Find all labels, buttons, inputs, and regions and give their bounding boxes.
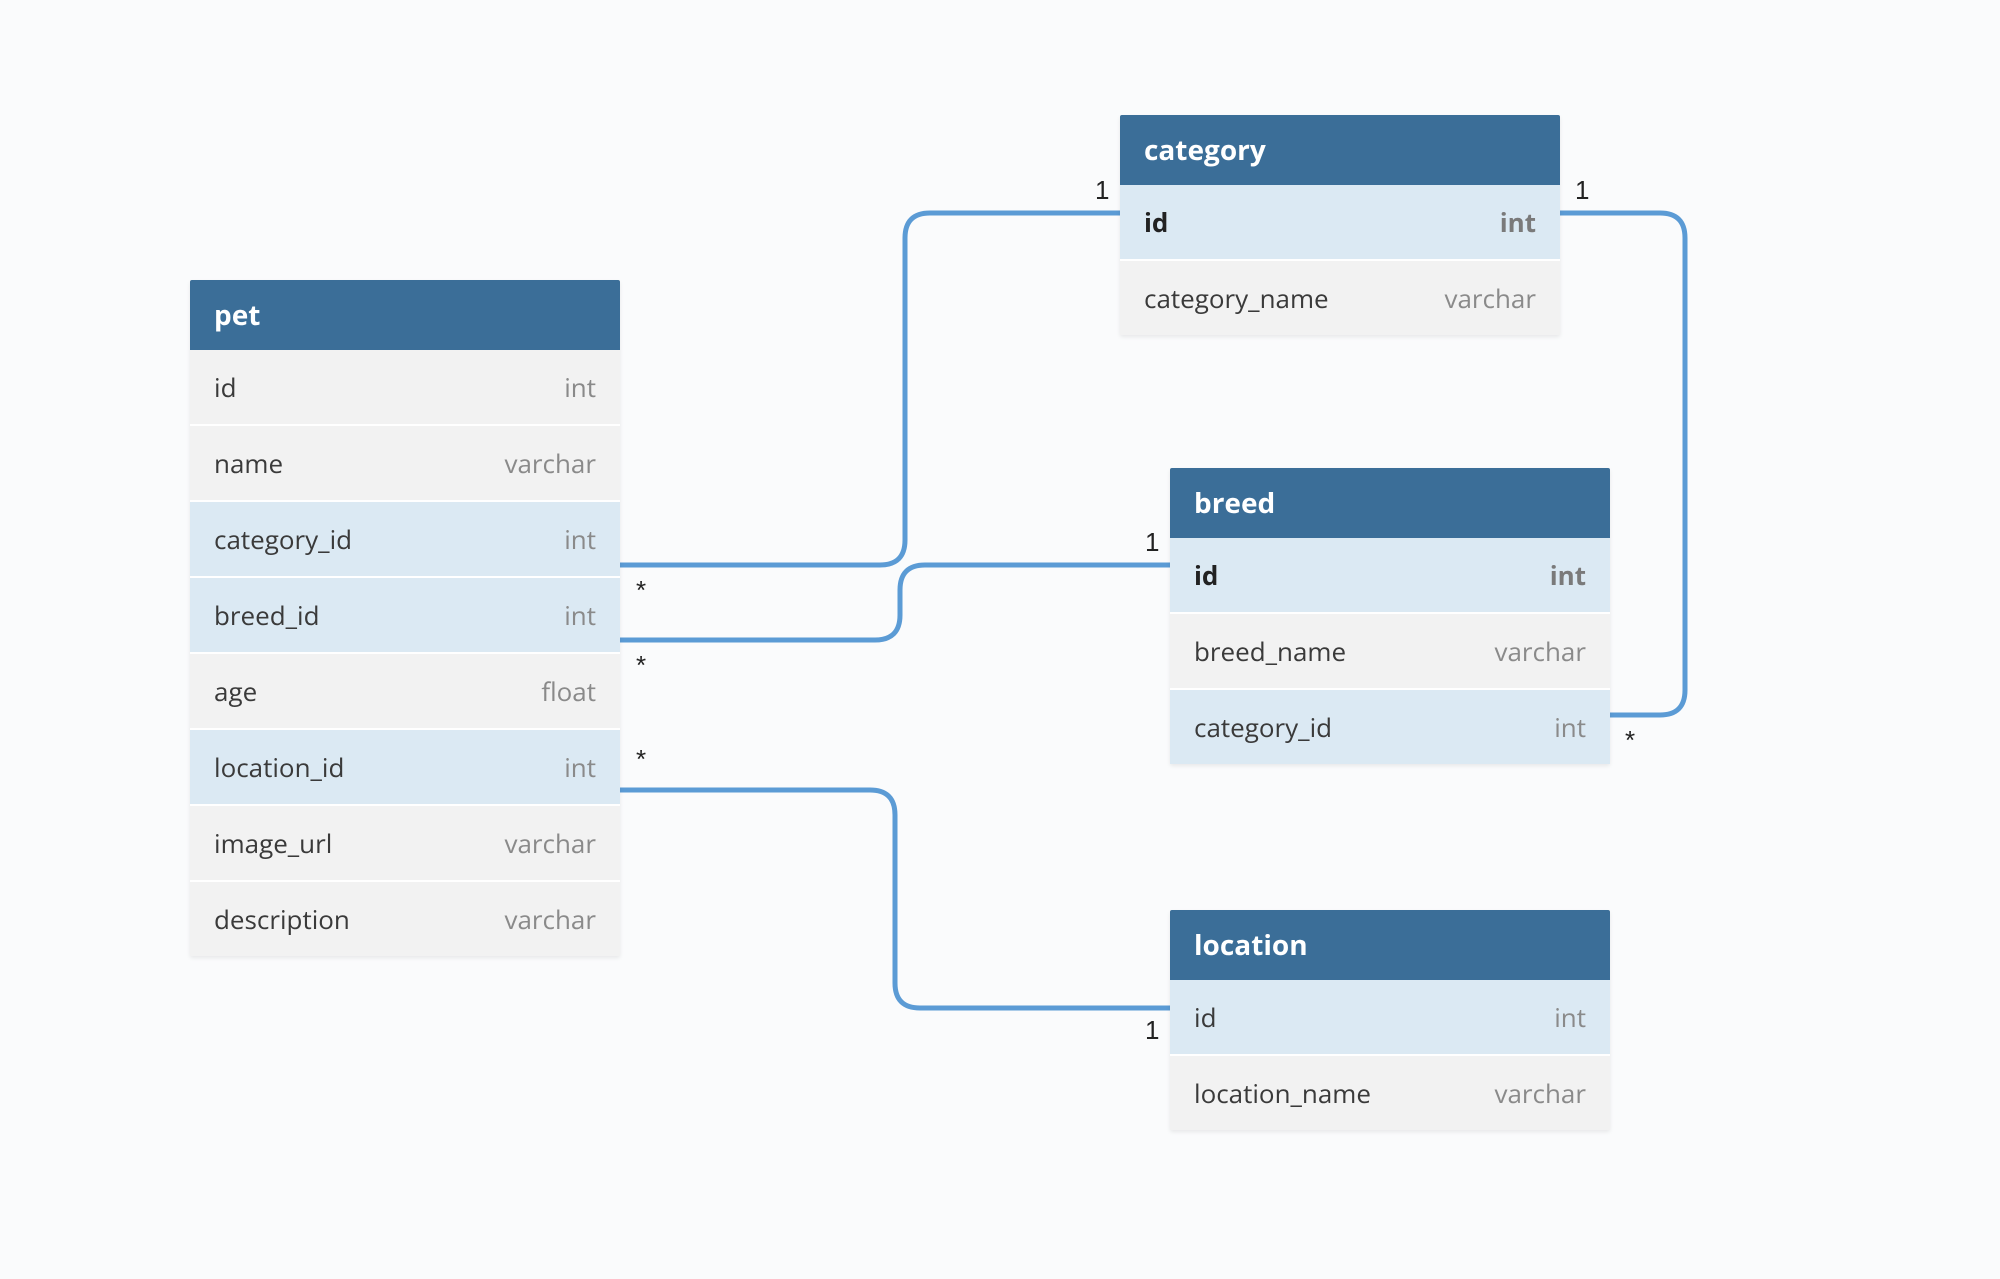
- column-name: breed_name: [1194, 633, 1346, 669]
- cardinality-category-one-right: 1: [1575, 175, 1589, 206]
- column-name: category_id: [1194, 709, 1332, 745]
- column-type: varchar: [504, 901, 596, 937]
- entity-pet-row-breed-id[interactable]: breed_id int: [190, 578, 620, 654]
- entity-pet-row-id[interactable]: id int: [190, 350, 620, 426]
- cardinality-breed-one: 1: [1145, 527, 1159, 558]
- entity-location-row-name[interactable]: location_name varchar: [1170, 1056, 1610, 1130]
- entity-pet-row-description[interactable]: description varchar: [190, 882, 620, 956]
- cardinality-category-one-left: 1: [1095, 175, 1109, 206]
- entity-pet-row-name[interactable]: name varchar: [190, 426, 620, 502]
- column-name: category_name: [1144, 280, 1329, 316]
- entity-pet-row-age[interactable]: age float: [190, 654, 620, 730]
- column-type: int: [564, 597, 596, 633]
- entity-pet-row-image-url[interactable]: image_url varchar: [190, 806, 620, 882]
- column-type: varchar: [1494, 1075, 1586, 1111]
- column-type: int: [1550, 557, 1586, 593]
- column-name: location_name: [1194, 1075, 1371, 1111]
- column-name: id: [1194, 999, 1216, 1035]
- entity-category[interactable]: category id int category_name varchar: [1120, 115, 1560, 335]
- column-type: varchar: [1494, 633, 1586, 669]
- column-type: int: [564, 749, 596, 785]
- cardinality-location-one: 1: [1145, 1015, 1159, 1046]
- cardinality-pet-category-many: *: [636, 575, 646, 606]
- entity-category-header: category: [1120, 115, 1560, 185]
- column-type: int: [1554, 709, 1586, 745]
- column-name: name: [214, 445, 283, 481]
- entity-breed-row-name[interactable]: breed_name varchar: [1170, 614, 1610, 690]
- column-type: varchar: [504, 445, 596, 481]
- column-name: location_id: [214, 749, 344, 785]
- entity-pet-row-location-id[interactable]: location_id int: [190, 730, 620, 806]
- connector-pet-location: [620, 790, 1170, 1008]
- entity-pet-header: pet: [190, 280, 620, 350]
- cardinality-breed-category-many: *: [1625, 725, 1635, 756]
- cardinality-pet-location-many: *: [636, 744, 646, 775]
- entity-category-row-name[interactable]: category_name varchar: [1120, 261, 1560, 335]
- column-type: int: [564, 521, 596, 557]
- column-name: age: [214, 673, 257, 709]
- entity-pet[interactable]: pet id int name varchar category_id int …: [190, 280, 620, 956]
- column-type: varchar: [1444, 280, 1536, 316]
- column-name: id: [1194, 557, 1218, 593]
- erd-canvas: pet id int name varchar category_id int …: [0, 0, 2000, 1279]
- column-type: float: [541, 673, 596, 709]
- cardinality-pet-breed-many: *: [636, 650, 646, 681]
- connector-pet-breed: [620, 565, 1170, 640]
- column-name: id: [214, 369, 236, 405]
- column-type: int: [1500, 204, 1536, 240]
- column-type: int: [1554, 999, 1586, 1035]
- column-name: id: [1144, 204, 1168, 240]
- entity-breed-row-category-id[interactable]: category_id int: [1170, 690, 1610, 764]
- entity-breed-row-id[interactable]: id int: [1170, 538, 1610, 614]
- entity-location-header: location: [1170, 910, 1610, 980]
- entity-pet-row-category-id[interactable]: category_id int: [190, 502, 620, 578]
- column-name: description: [214, 901, 350, 937]
- entity-breed-header: breed: [1170, 468, 1610, 538]
- column-name: image_url: [214, 825, 332, 861]
- column-name: breed_id: [214, 597, 320, 633]
- entity-location-row-id[interactable]: id int: [1170, 980, 1610, 1056]
- entity-category-row-id[interactable]: id int: [1120, 185, 1560, 261]
- column-name: category_id: [214, 521, 352, 557]
- column-type: int: [564, 369, 596, 405]
- entity-location[interactable]: location id int location_name varchar: [1170, 910, 1610, 1130]
- entity-breed[interactable]: breed id int breed_name varchar category…: [1170, 468, 1610, 764]
- column-type: varchar: [504, 825, 596, 861]
- connector-pet-category: [620, 213, 1120, 565]
